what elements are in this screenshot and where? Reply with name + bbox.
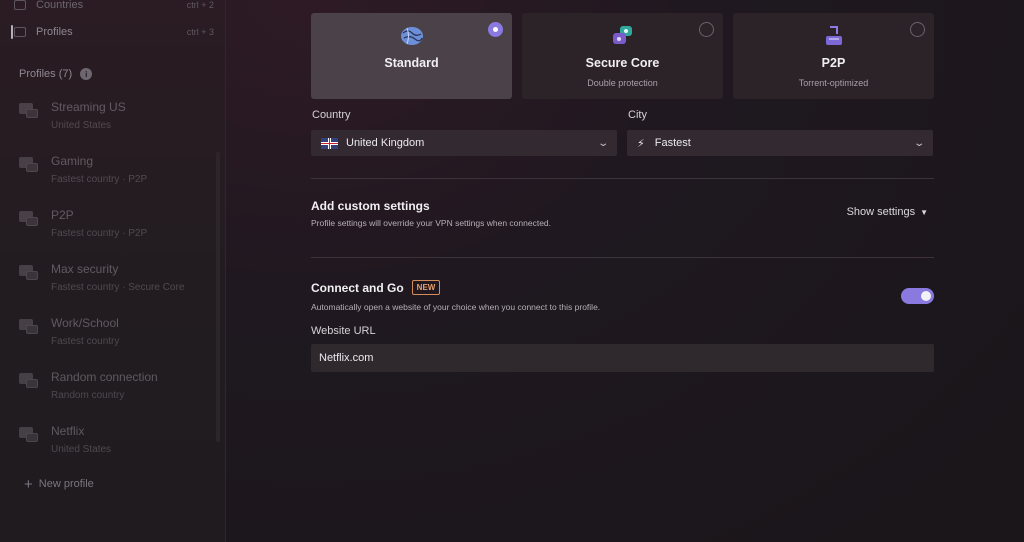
sidebar-item-profiles[interactable]: Profiles ctrl + 3 [11,21,214,43]
profile-item[interactable]: Gaming Fastest country · P2P [19,154,214,194]
chevron-down-icon: ⌄ [596,137,609,149]
shortcut-hint: ctrl + 2 [186,0,214,10]
chevron-down-icon: ⌄ [912,137,925,149]
divider [311,178,934,179]
profile-icon [19,427,39,443]
profiles-count-label: Profiles (7) [19,68,73,80]
profile-icon [19,211,39,227]
sidebar-scrollbar[interactable] [216,152,220,442]
sidebar-item-countries[interactable]: Countries ctrl + 2 [14,0,214,16]
connect-and-go-toggle[interactable] [901,288,934,304]
custom-settings-title: Add custom settings [311,199,430,213]
countries-icon [14,0,26,10]
plus-icon: + [24,475,33,493]
profile-name: Netflix [51,424,85,438]
sidebar: Countries ctrl + 2 Profiles ctrl + 3 Pro… [0,0,226,542]
profile-name: Streaming US [51,100,126,114]
country-label: Country [312,109,351,121]
country-select[interactable]: United Kingdom ⌄ [311,130,617,156]
profile-icon [19,157,39,173]
city-value: Fastest [654,137,691,149]
profile-name: Gaming [51,154,94,168]
profile-item[interactable]: Random connection Random country [19,370,214,410]
info-icon[interactable]: i [80,68,93,80]
connect-and-go-description: Automatically open a website of your cho… [311,302,601,312]
card-subtitle: Torrent-optimized [798,78,869,88]
profile-icon [19,103,39,119]
profile-item[interactable]: Max security Fastest country · Secure Co… [19,262,214,302]
radio-selected[interactable] [488,22,503,37]
profile-item[interactable]: Netflix United States [19,424,214,464]
caret-down-icon: ▼ [920,207,928,217]
new-profile-button[interactable]: + New profile [24,475,94,493]
city-label: City [628,109,647,121]
profiles-icon [14,27,26,37]
profile-icon [19,265,39,281]
city-select[interactable]: ⚡ Fastest ⌄ [627,130,933,156]
globe-icon [400,27,423,45]
profile-subtitle: Fastest country · P2P [51,228,148,239]
custom-settings-description: Profile settings will override your VPN … [311,218,552,228]
shortcut-hint: ctrl + 3 [186,27,214,37]
new-badge: NEW [411,280,441,295]
sidebar-item-label: Profiles [36,26,73,38]
website-url-label: Website URL [311,325,376,337]
profile-icon [19,319,39,335]
type-card-standard[interactable]: Standard [311,13,512,99]
profile-editor: Standard Secure Core Double protection P… [226,0,1024,542]
radio-unselected[interactable] [910,22,925,37]
show-settings-label: Show settings [846,206,916,218]
new-profile-label: New profile [38,478,94,490]
toggle-knob [921,291,931,301]
profile-item[interactable]: Streaming US United States [19,100,214,140]
profile-subtitle: Fastest country · Secure Core [51,282,185,293]
profile-subtitle: United States [51,120,112,131]
connect-and-go-label: Connect and Go [311,281,404,295]
connect-and-go-title: Connect and Go NEW [311,280,441,295]
lightning-icon: ⚡ [637,137,645,150]
profile-name: Work/School [51,316,119,330]
card-title: P2P [821,56,846,70]
secure-core-icon [612,26,632,44]
website-url-input[interactable]: Netflix.com [311,344,934,372]
card-title: Secure Core [585,56,660,70]
type-card-secure-core[interactable]: Secure Core Double protection [522,13,723,99]
profile-item[interactable]: P2P Fastest country · P2P [19,208,214,248]
country-value: United Kingdom [346,137,425,149]
divider [311,257,934,258]
profile-subtitle: Fastest country · P2P [51,174,148,185]
uk-flag-icon [321,137,338,149]
card-title: Standard [384,56,439,70]
p2p-icon [825,26,842,45]
card-subtitle: Double protection [587,78,658,88]
profile-subtitle: Random country [51,390,125,401]
type-card-p2p[interactable]: P2P Torrent-optimized [733,13,934,99]
profile-item[interactable]: Work/School Fastest country [19,316,214,356]
profile-subtitle: United States [51,444,112,455]
profiles-header: Profiles (7) i [19,68,93,80]
radio-unselected[interactable] [699,22,714,37]
profile-name: Max security [51,262,119,276]
profile-subtitle: Fastest country [51,336,120,347]
profile-name: Random connection [51,370,158,384]
profile-icon [19,373,39,389]
profile-name: P2P [51,208,74,222]
sidebar-item-label: Countries [36,0,84,11]
show-settings-button[interactable]: Show settings ▼ [847,206,928,218]
